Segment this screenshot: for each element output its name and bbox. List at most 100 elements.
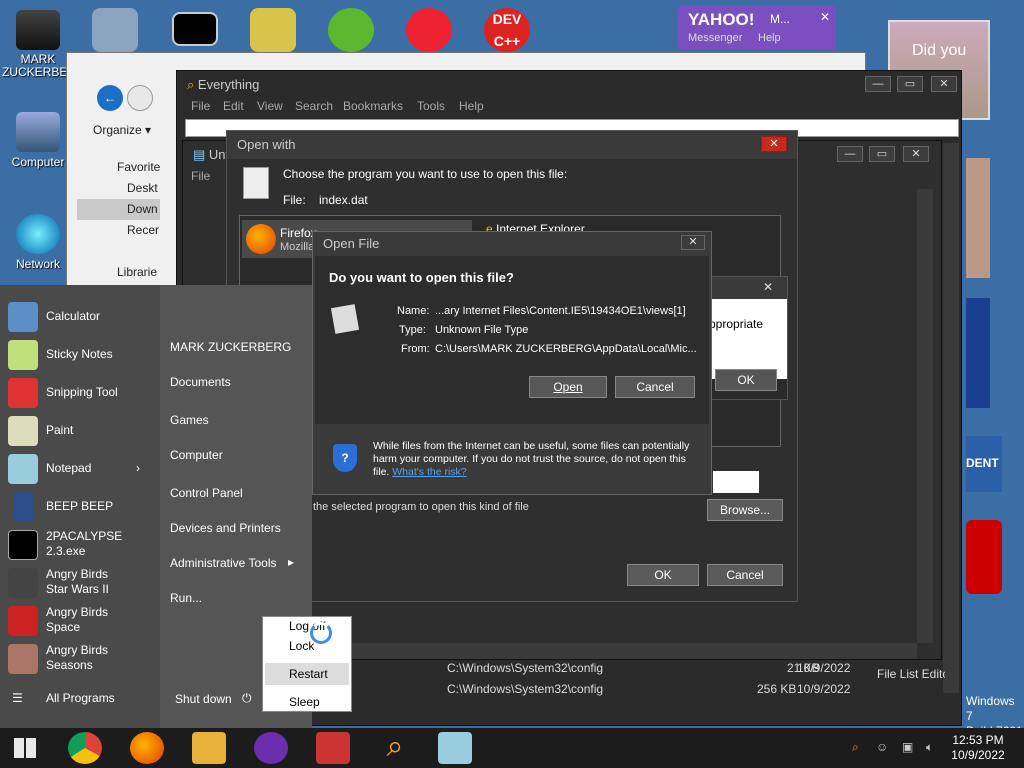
dev-cpp-icon[interactable]: DEV C++ (484, 8, 530, 52)
app-thumbnail[interactable] (966, 520, 1002, 594)
always-use-checkbox-label[interactable]: the selected program to open this kind o… (313, 501, 529, 513)
menu-file[interactable]: File (191, 99, 210, 113)
minimize-button[interactable]: — (865, 76, 891, 92)
toolbox-icon[interactable] (316, 732, 350, 764)
close-button[interactable]: ✕ (903, 146, 929, 162)
p-app-icon[interactable] (406, 8, 452, 52)
lock-option[interactable]: Lock (289, 639, 314, 653)
start-button[interactable] (14, 738, 36, 758)
start-link-documents[interactable]: Documents (170, 375, 231, 389)
menu-edit[interactable]: Edit (223, 99, 244, 113)
program-angry-birds-seasons[interactable]: Angry Birds Seasons (6, 641, 156, 677)
poster-thumbnail[interactable] (966, 298, 990, 408)
menu-file[interactable]: File (191, 169, 210, 183)
back-button[interactable]: ← (97, 85, 123, 111)
nav-item[interactable]: Librarie (101, 262, 160, 283)
forward-button[interactable] (127, 85, 153, 111)
program-sticky-notes[interactable]: Sticky Notes (6, 337, 156, 373)
cmd-icon[interactable] (172, 12, 218, 46)
everything-titlebar[interactable]: ⌕ Everything — ▭ ✕ (177, 71, 961, 99)
program-angry-birds-star-wars[interactable]: Angry Birds Star Wars II (6, 565, 156, 601)
horizontal-scrollbar[interactable] (309, 643, 917, 659)
nav-item[interactable]: Deskt (101, 178, 160, 199)
notepad-icon[interactable] (438, 732, 472, 764)
nav-item[interactable]: Down (77, 199, 161, 220)
ok-button[interactable]: OK (715, 369, 777, 391)
network-tool-icon[interactable] (250, 8, 296, 52)
menu-bookmarks[interactable]: Bookmarks (343, 99, 403, 113)
start-link-admin-tools[interactable]: Administrative Tools (170, 556, 277, 570)
everything-search-icon[interactable]: ⌕ (378, 732, 412, 764)
clock[interactable]: 12:53 PM 10/9/2022 (948, 733, 1008, 763)
tray-messenger-icon[interactable]: ☺ (876, 740, 888, 754)
search-icon: ⌕ (187, 77, 195, 92)
desktop-icon-network[interactable]: Network (2, 214, 74, 271)
chrome-icon[interactable] (68, 732, 102, 764)
whats-the-risk-link[interactable]: What's the risk? (392, 466, 466, 478)
folder-icon[interactable] (92, 8, 138, 52)
yahoo-messenger-icon[interactable] (254, 732, 288, 764)
menu-view[interactable]: View (257, 99, 283, 113)
program-paint[interactable]: Paint (6, 413, 156, 449)
menu-search[interactable]: Search (295, 99, 333, 113)
all-programs[interactable]: ☰ All Programs (6, 681, 156, 717)
program-calculator[interactable]: Calculator (6, 299, 156, 335)
desktop-icon-computer[interactable]: Computer (2, 112, 74, 169)
cancel-button[interactable]: Cancel (707, 564, 783, 586)
yahoo-close-icon[interactable]: ✕ (820, 10, 830, 24)
program-2pacalypse[interactable]: 2PACALYPSE 2.3.exe (6, 527, 156, 563)
desktop-icon-user[interactable]: MARK ZUCKERBERG (2, 10, 85, 79)
power-icon[interactable]: ⏻ (242, 691, 252, 706)
yahoo-messenger-link[interactable]: Messenger (688, 32, 742, 44)
maximize-button[interactable]: ▭ (869, 146, 895, 162)
program-snipping-tool[interactable]: Snipping Tool (6, 375, 156, 411)
browse-button[interactable]: Browse... (707, 499, 783, 521)
start-link-computer[interactable]: Computer (170, 448, 223, 462)
nav-item[interactable]: Recer (101, 220, 160, 241)
maximize-button[interactable]: ▭ (897, 76, 923, 92)
sleep-option[interactable]: Sleep (289, 695, 320, 709)
nav-item[interactable]: Favorite (101, 157, 160, 178)
start-link-user[interactable]: MARK ZUCKERBERG (170, 340, 291, 354)
ok-button[interactable]: OK (627, 564, 699, 586)
menu-tools[interactable]: Tools (417, 99, 445, 113)
close-icon[interactable]: ✕ (763, 280, 773, 294)
everything-scrollbar[interactable] (943, 143, 959, 693)
start-link-games[interactable]: Games (170, 413, 209, 427)
menu-help[interactable]: Help (459, 99, 484, 113)
open-button[interactable]: Open (529, 376, 607, 398)
cancel-button[interactable]: Cancel (615, 376, 695, 398)
badge-thumbnail[interactable]: DENT (966, 436, 1002, 492)
start-link-control-panel[interactable]: Control Panel (170, 486, 243, 500)
program-notepad[interactable]: Notepad › (6, 451, 156, 487)
results-row[interactable]: C:\Windows\System32\config 256 KB 10/9/2… (447, 682, 861, 696)
file-explorer-icon[interactable] (192, 732, 226, 764)
firefox-icon[interactable] (130, 732, 164, 764)
photo-thumbnail[interactable] (966, 158, 990, 278)
organize-button[interactable]: Organize ▾ (93, 123, 151, 137)
yahoo-messenger-widget[interactable]: YAHOO! M... ✕ Messenger Help (678, 6, 836, 50)
tray-search-icon[interactable]: ⌕ (852, 740, 859, 755)
from-value: C:\Users\MARK ZUCKERBERG\AppData\Local\M… (435, 343, 697, 355)
close-button[interactable]: ✕ (681, 235, 705, 250)
vertical-scrollbar[interactable] (917, 189, 933, 643)
program-angry-birds-space[interactable]: Angry Birds Space (6, 603, 156, 639)
result-date: 10/9/2022 (797, 661, 851, 675)
minimize-button[interactable]: — (837, 146, 863, 162)
restart-option[interactable]: Restart (265, 663, 349, 685)
tray-volume-icon[interactable]: 🔈︎ (926, 740, 933, 755)
yahoo-help-link[interactable]: Help (758, 32, 781, 44)
open-with-titlebar[interactable]: Open with ✕ (227, 131, 797, 159)
tray-network-icon[interactable]: ▣ (902, 740, 913, 754)
program-path-input[interactable] (713, 471, 759, 493)
start-link-devices[interactable]: Devices and Printers (170, 521, 281, 535)
clock-date: 10/9/2022 (951, 748, 1005, 762)
open-file-titlebar[interactable]: Open File ✕ (313, 232, 711, 254)
angry-bird-pig-icon[interactable] (328, 8, 374, 52)
program-beep-beep[interactable]: BEEP BEEP (6, 489, 156, 525)
shutdown-button[interactable]: Shut down (175, 692, 232, 706)
close-button[interactable]: ✕ (931, 76, 957, 92)
start-link-run[interactable]: Run... (170, 591, 202, 605)
close-button[interactable]: ✕ (761, 136, 787, 152)
results-row[interactable]: C:\Windows\System32\config 21 KB 10/9/20… (447, 661, 861, 675)
